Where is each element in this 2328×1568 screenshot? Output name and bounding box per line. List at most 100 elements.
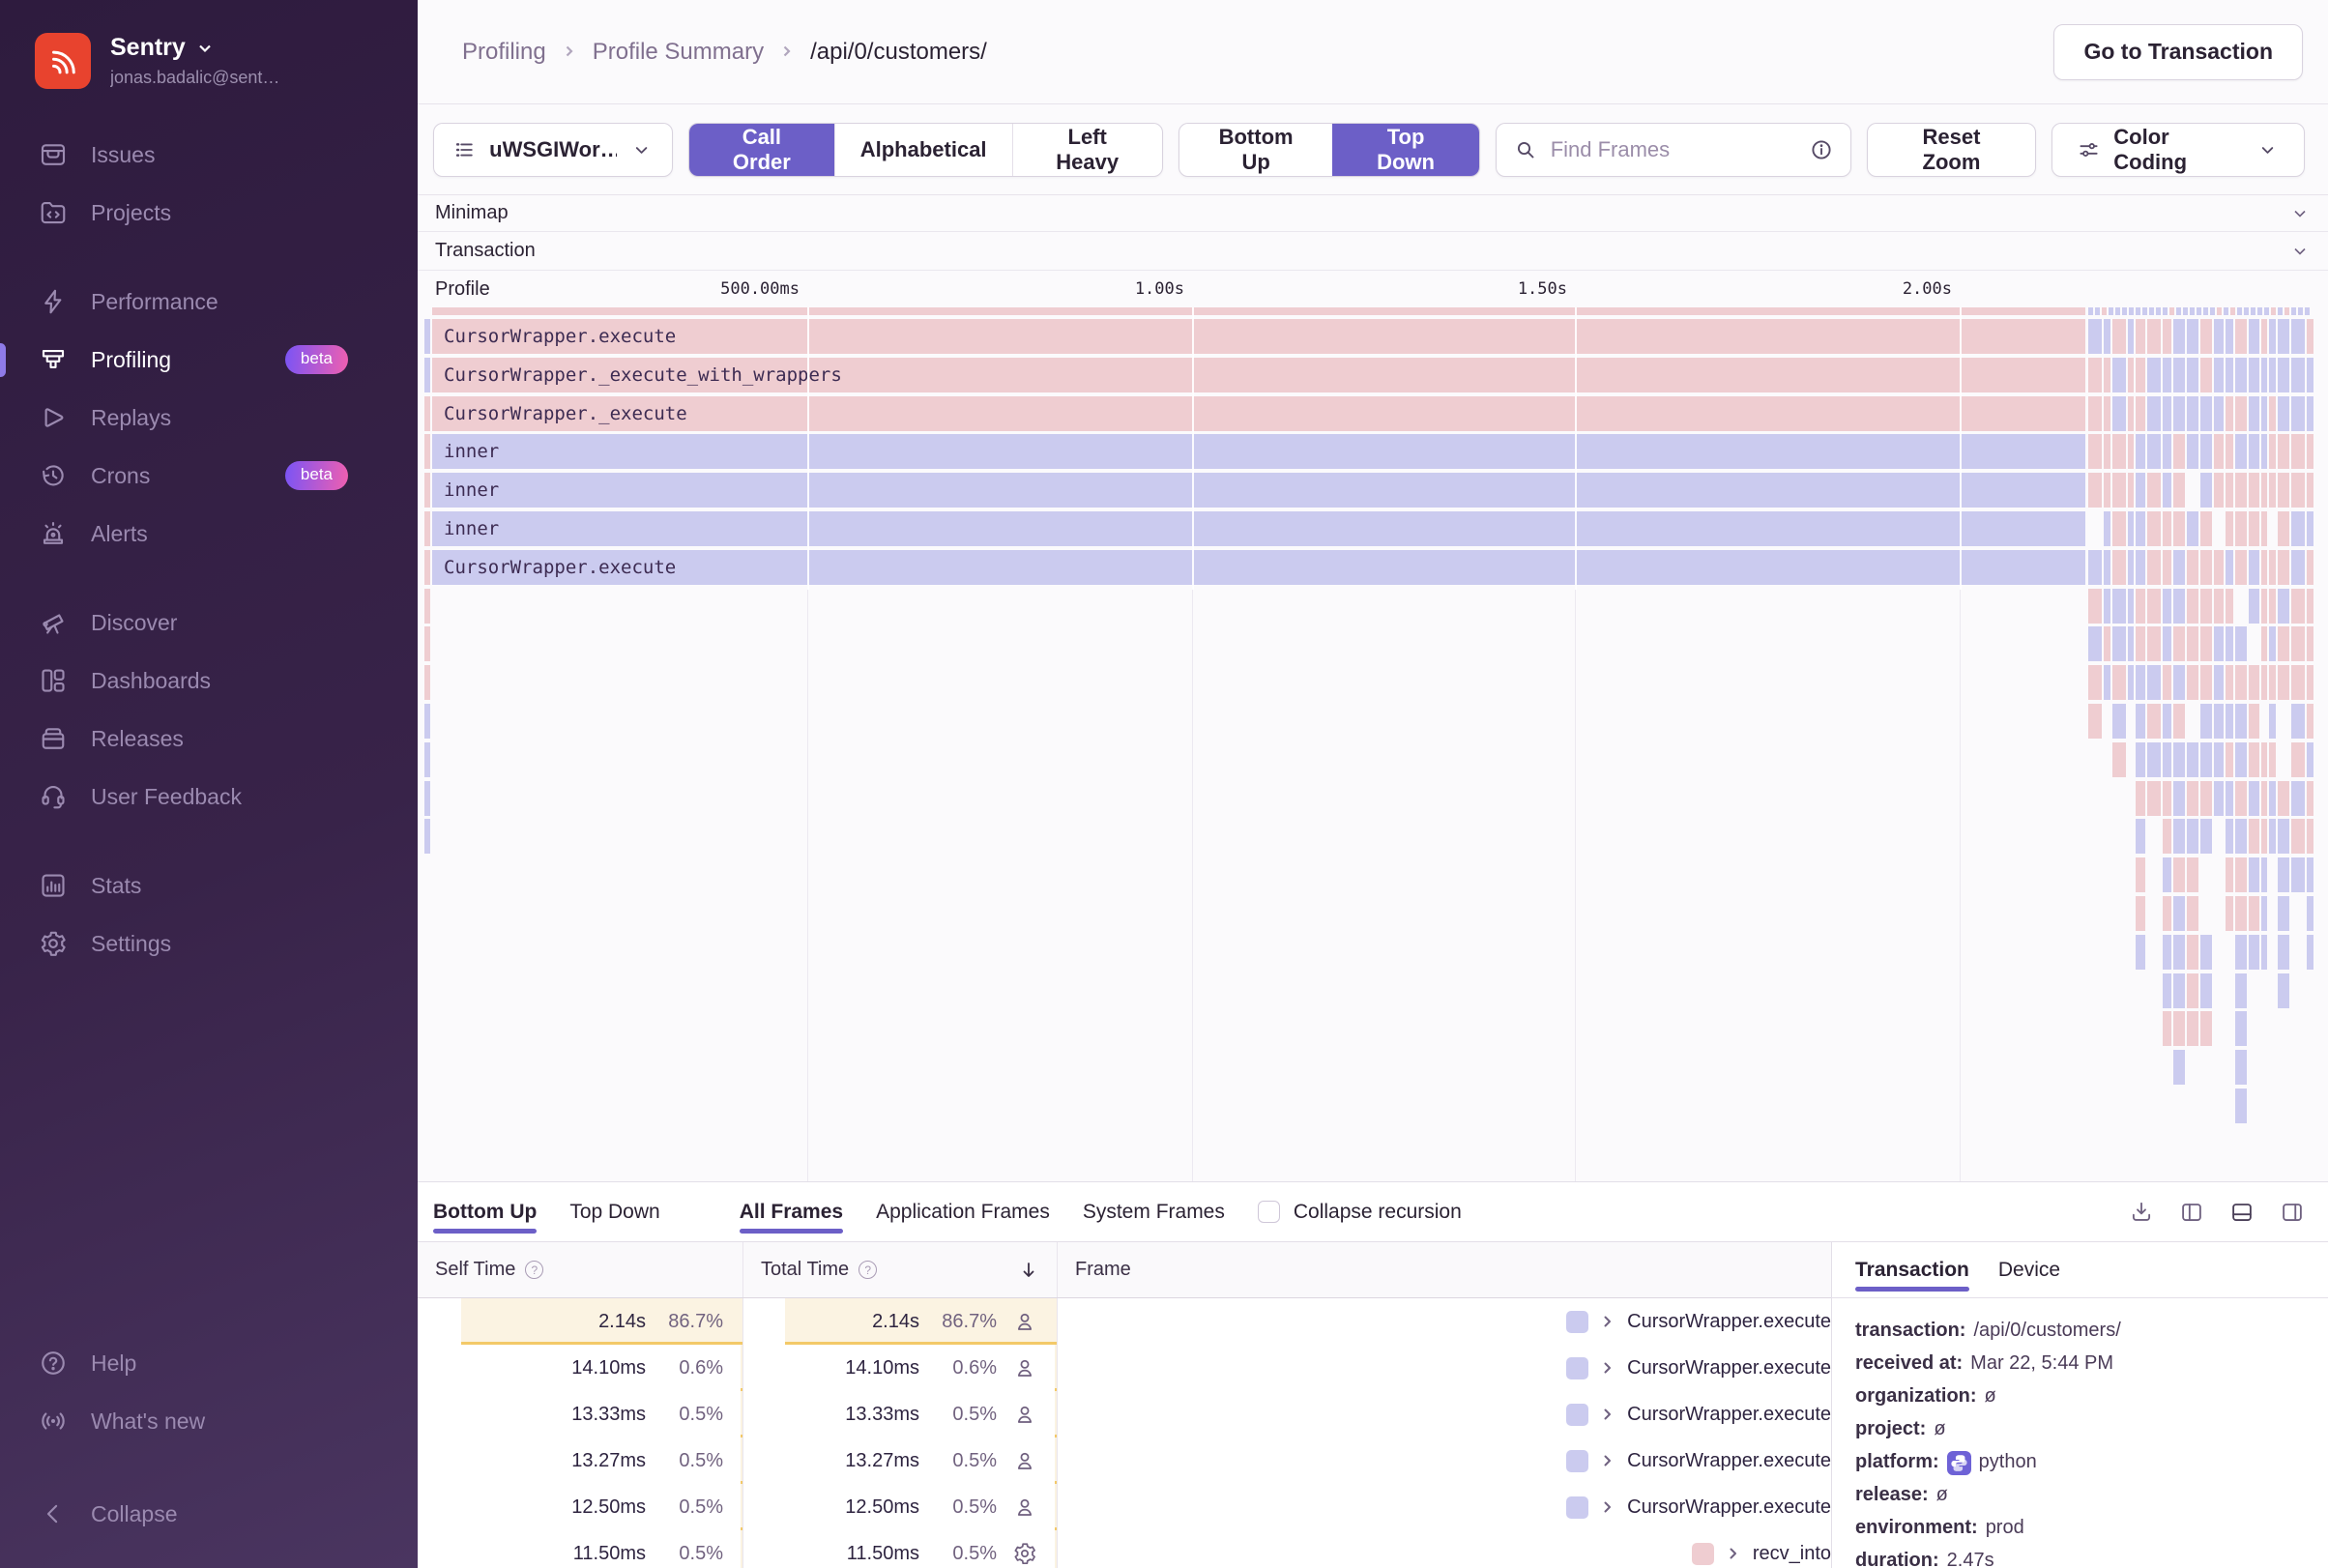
flame-frame-small[interactable]: [2142, 307, 2147, 315]
flame-frame-small[interactable]: [2112, 549, 2126, 585]
flame-frame-small[interactable]: [2104, 319, 2110, 354]
flame-frame-small[interactable]: [2235, 704, 2247, 739]
flame-frame-small[interactable]: [2226, 319, 2233, 354]
flame-frame-small[interactable]: [2187, 588, 2198, 624]
flame-frame-small[interactable]: [2249, 741, 2259, 777]
flame-frame-small[interactable]: [2261, 588, 2267, 624]
flame-frame-small[interactable]: [2147, 357, 2161, 392]
flame-frame-small[interactable]: [2217, 307, 2222, 315]
flame-frame-small[interactable]: [2278, 307, 2283, 315]
flame-frame-small[interactable]: [2235, 473, 2247, 508]
flame-frame-small[interactable]: [2307, 896, 2313, 931]
flame-frame-small[interactable]: [2237, 307, 2242, 315]
frame-name-cell[interactable]: recv_into: [1058, 1530, 1831, 1568]
flame-frame-small[interactable]: [2261, 665, 2267, 701]
flame-frame-small[interactable]: [2147, 704, 2161, 739]
flame-frame-small[interactable]: [2088, 549, 2102, 585]
flame-frame-small[interactable]: [2163, 588, 2171, 624]
sidebar-item-what-s-new[interactable]: What's new: [0, 1392, 418, 1450]
flame-frame-small[interactable]: [2226, 704, 2233, 739]
flame-frame-small[interactable]: [2136, 307, 2140, 315]
flame-frame-small[interactable]: [2261, 819, 2267, 855]
flame-frame-small[interactable]: [2104, 395, 2110, 431]
flame-frame-small[interactable]: [2112, 741, 2126, 777]
flame-frame-small[interactable]: [2226, 626, 2233, 662]
sort-descending-icon[interactable]: [1018, 1260, 1039, 1281]
flame-frame-small[interactable]: [2187, 395, 2198, 431]
flame-frame-small[interactable]: [2214, 434, 2224, 470]
flame-frame-small[interactable]: [2128, 319, 2134, 354]
flame-frame-small[interactable]: [2187, 1011, 2198, 1047]
frame-name-cell[interactable]: CursorWrapper.execute: [1058, 1345, 1831, 1391]
flame-frame-small[interactable]: [2136, 473, 2145, 508]
flame-frame-small[interactable]: [2278, 357, 2289, 392]
flame-frame-small[interactable]: [2088, 395, 2102, 431]
flame-frame-small[interactable]: [2187, 357, 2198, 392]
flame-frame-small[interactable]: [2214, 395, 2224, 431]
flame-frame-small[interactable]: [2214, 780, 2224, 816]
flame-frame-small[interactable]: [2200, 357, 2212, 392]
flame-frame-small[interactable]: [2307, 319, 2313, 354]
flame-frame-small[interactable]: [2249, 357, 2259, 392]
go-to-transaction-button[interactable]: Go to Transaction: [2053, 23, 2303, 80]
flame-frame-small[interactable]: [2235, 1089, 2247, 1123]
flame-frame-small[interactable]: [2235, 819, 2247, 855]
flame-frame-small[interactable]: [2291, 473, 2305, 508]
flame-frame-small[interactable]: [2147, 319, 2161, 354]
flame-frame-small[interactable]: [2307, 780, 2313, 816]
flame-frame-small[interactable]: [2249, 588, 2259, 624]
flame-frame-small[interactable]: [2147, 473, 2161, 508]
flame-frame-small[interactable]: [2163, 307, 2168, 315]
flame-frame-small[interactable]: [2235, 973, 2247, 1008]
flame-frame-small[interactable]: [2278, 665, 2289, 701]
flame-frame-small[interactable]: [2173, 934, 2185, 970]
flame-frame-small[interactable]: [2200, 549, 2212, 585]
flame-frame-small[interactable]: [2112, 665, 2126, 701]
flame-frame-small[interactable]: [2128, 473, 2134, 508]
details-tab-transaction[interactable]: Transaction: [1855, 1242, 1969, 1297]
flame-frame-small[interactable]: [2163, 511, 2171, 546]
flame-frame-small[interactable]: [2249, 857, 2259, 893]
flame-frame-small[interactable]: [2200, 973, 2212, 1008]
sidebar-item-alerts[interactable]: Alerts: [0, 505, 418, 563]
find-frames-search[interactable]: [1495, 122, 1851, 177]
flame-frame[interactable]: CursorWrapper._execute: [432, 395, 2085, 431]
flame-frame-small[interactable]: [2291, 626, 2305, 662]
flame-frame-small[interactable]: [2173, 665, 2185, 701]
layout-bottom-panel-icon[interactable]: [2229, 1200, 2255, 1225]
tab-bottom-up[interactable]: Bottom Up: [433, 1182, 538, 1241]
info-icon[interactable]: [1810, 138, 1833, 161]
flame-frame-small[interactable]: [2307, 473, 2313, 508]
flame-frame-small[interactable]: [2104, 357, 2110, 392]
sidebar-item-projects[interactable]: Projects: [0, 184, 418, 242]
flame-frame-small[interactable]: [2102, 307, 2107, 315]
flame-frame-small[interactable]: [2307, 549, 2313, 585]
flame-frame-small[interactable]: [424, 819, 430, 855]
flame-frame-small[interactable]: [2307, 819, 2313, 855]
flame-frame-small[interactable]: [2269, 395, 2276, 431]
flame-frame-small[interactable]: [2214, 319, 2224, 354]
tab-top-down[interactable]: Top Down: [569, 1182, 659, 1241]
flame-frame-small[interactable]: [2088, 319, 2102, 354]
flame-frame-small[interactable]: [2235, 896, 2247, 931]
flame-frame-small[interactable]: [2307, 395, 2313, 431]
flame-frame-small[interactable]: [2235, 626, 2247, 662]
tab-application-frames[interactable]: Application Frames: [876, 1182, 1050, 1241]
flame-frame-small[interactable]: [2147, 434, 2161, 470]
flame-frame-small[interactable]: [2305, 307, 2310, 315]
flame-frame-small[interactable]: [2226, 511, 2233, 546]
flame-frame-small[interactable]: [2269, 780, 2276, 816]
flame-frame-small[interactable]: [2136, 741, 2145, 777]
flame-frame-small[interactable]: [2249, 319, 2259, 354]
column-header-self-time[interactable]: Self Time ?: [418, 1242, 743, 1297]
flame-frame-small[interactable]: [2235, 357, 2247, 392]
flame-frame-small[interactable]: [2226, 819, 2233, 855]
flame-frame-small[interactable]: [2187, 741, 2198, 777]
flame-frame-small[interactable]: [2136, 934, 2145, 970]
flame-frame-small[interactable]: [2200, 588, 2212, 624]
flame-frame-small[interactable]: [2291, 357, 2305, 392]
expand-chevron-icon[interactable]: [1600, 1453, 1615, 1468]
flame-frame-small[interactable]: [2214, 588, 2224, 624]
flame-frame-small[interactable]: [2163, 934, 2171, 970]
flame-frame[interactable]: inner: [432, 434, 2085, 470]
